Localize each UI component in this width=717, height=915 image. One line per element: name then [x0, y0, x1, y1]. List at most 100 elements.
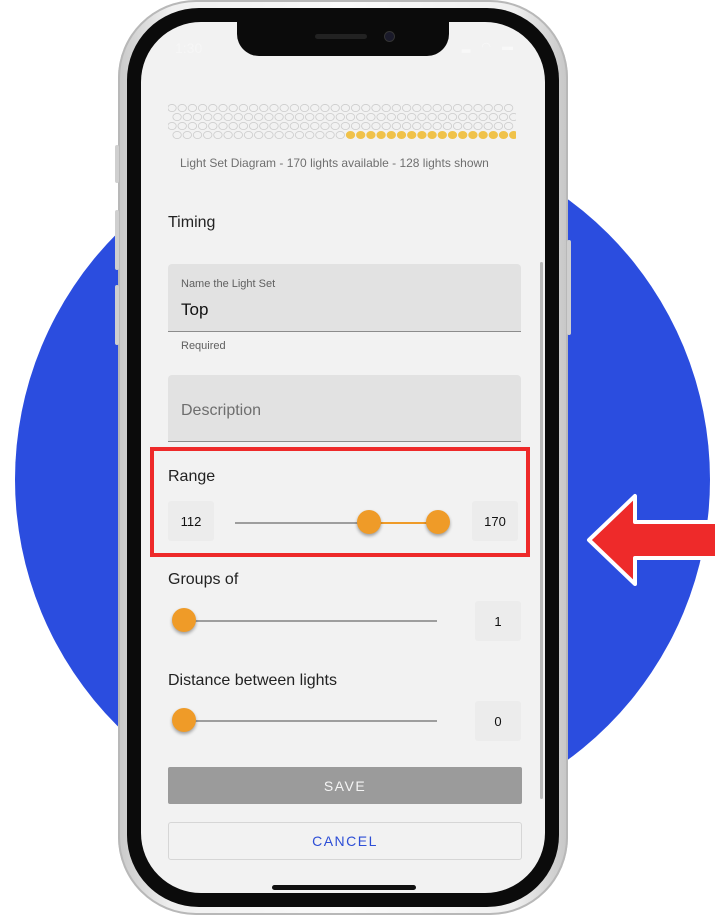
groups-thumb[interactable] [172, 608, 196, 632]
distance-thumb[interactable] [172, 708, 196, 732]
light-bulb [172, 130, 182, 140]
diagram-caption: Light Set Diagram - 170 lights available… [180, 156, 489, 170]
light-bulb [299, 104, 310, 113]
light-bulb [208, 104, 218, 113]
light-bulb [315, 130, 325, 140]
light-bulb [361, 104, 371, 113]
notch [237, 22, 449, 56]
light-bulb [391, 104, 402, 113]
light-bulb [371, 104, 381, 113]
light-bulb [412, 121, 422, 131]
light-bulb [320, 104, 330, 113]
save-button[interactable]: SAVE [168, 767, 522, 804]
light-bulb [187, 104, 198, 113]
timing-title[interactable]: Timing [168, 214, 215, 232]
light-bulb [254, 112, 264, 122]
light-bulb [488, 112, 498, 122]
light-bulb-selected [356, 130, 366, 140]
light-bulb [315, 112, 325, 122]
callout-arrow-icon [587, 494, 717, 586]
light-bulb [187, 121, 198, 131]
light-bulb [238, 104, 249, 113]
light-bulb [243, 112, 254, 122]
light-bulb [320, 121, 330, 131]
light-bulb [432, 121, 442, 131]
light-bulb [447, 112, 458, 122]
light-bulb [208, 121, 218, 131]
light-bulb [345, 112, 356, 122]
light-bulb [203, 112, 213, 122]
light-bulb [442, 104, 453, 113]
light-bulb [213, 112, 223, 122]
light-bulb [228, 104, 238, 113]
light-bulb [366, 112, 376, 122]
light-bulb [182, 112, 192, 122]
scrollbar[interactable] [540, 262, 543, 799]
groups-track[interactable] [183, 620, 437, 622]
light-bulb [223, 112, 233, 122]
light-set-diagram [168, 104, 516, 140]
light-bulb [310, 104, 320, 113]
light-bulb [168, 104, 177, 113]
light-bulb-selected [407, 130, 417, 140]
light-bulb-selected [498, 130, 509, 140]
light-bulb-selected [478, 130, 488, 140]
light-bulb [381, 104, 391, 113]
groups-value[interactable]: 1 [475, 601, 521, 641]
distance-track[interactable] [183, 720, 437, 722]
light-bulb [325, 130, 335, 140]
camera-icon [385, 32, 394, 41]
description-field[interactable]: Description [168, 375, 521, 442]
light-bulb [340, 121, 351, 131]
light-bulb [458, 112, 468, 122]
range-highlight-box [150, 447, 530, 557]
name-field[interactable]: Name the Light Set Top [168, 264, 521, 332]
light-bulb-selected [417, 130, 427, 140]
light-bulb-selected [345, 130, 356, 140]
light-bulb [483, 104, 493, 113]
light-bulb [274, 112, 284, 122]
light-bulb [422, 104, 432, 113]
light-bulb-selected [458, 130, 468, 140]
light-bulb [305, 130, 315, 140]
light-bulb [493, 121, 504, 131]
light-bulb [417, 112, 427, 122]
light-bulb [177, 121, 187, 131]
light-bulb [503, 121, 514, 131]
light-bulb [305, 112, 315, 122]
home-indicator[interactable] [272, 885, 416, 890]
volume-up-button [115, 210, 119, 270]
light-bulb [289, 104, 300, 113]
light-bulb [279, 104, 289, 113]
light-bulb [177, 104, 187, 113]
light-bulb [422, 121, 432, 131]
light-bulb [248, 121, 259, 131]
description-placeholder[interactable]: Description [181, 402, 261, 420]
light-bulb-selected [386, 130, 396, 140]
light-bulb [264, 130, 274, 140]
light-bulb [396, 112, 407, 122]
status-time: 1:30 [175, 40, 203, 56]
light-bulb [259, 121, 269, 131]
light-bulb [432, 104, 442, 113]
status-icons: ▂ ◠ ▬ [461, 41, 517, 53]
light-bulb-selected [427, 130, 437, 140]
light-bulb [294, 112, 305, 122]
light-bulb [197, 104, 208, 113]
light-bulb [452, 104, 463, 113]
light-bulb [259, 104, 269, 113]
light-bulb [437, 112, 447, 122]
light-bulb [289, 121, 300, 131]
light-bulb-selected [376, 130, 386, 140]
light-bulb [473, 121, 483, 131]
light-bulb [269, 121, 279, 131]
light-bulb-selected [509, 130, 516, 140]
cancel-button[interactable]: CANCEL [168, 822, 522, 860]
light-bulb [203, 130, 213, 140]
name-field-helper: Required [181, 340, 226, 352]
name-field-value[interactable]: Top [181, 300, 208, 320]
light-bulb [350, 121, 361, 131]
light-bulb [483, 121, 493, 131]
distance-value[interactable]: 0 [475, 701, 521, 741]
light-bulb [503, 104, 514, 113]
